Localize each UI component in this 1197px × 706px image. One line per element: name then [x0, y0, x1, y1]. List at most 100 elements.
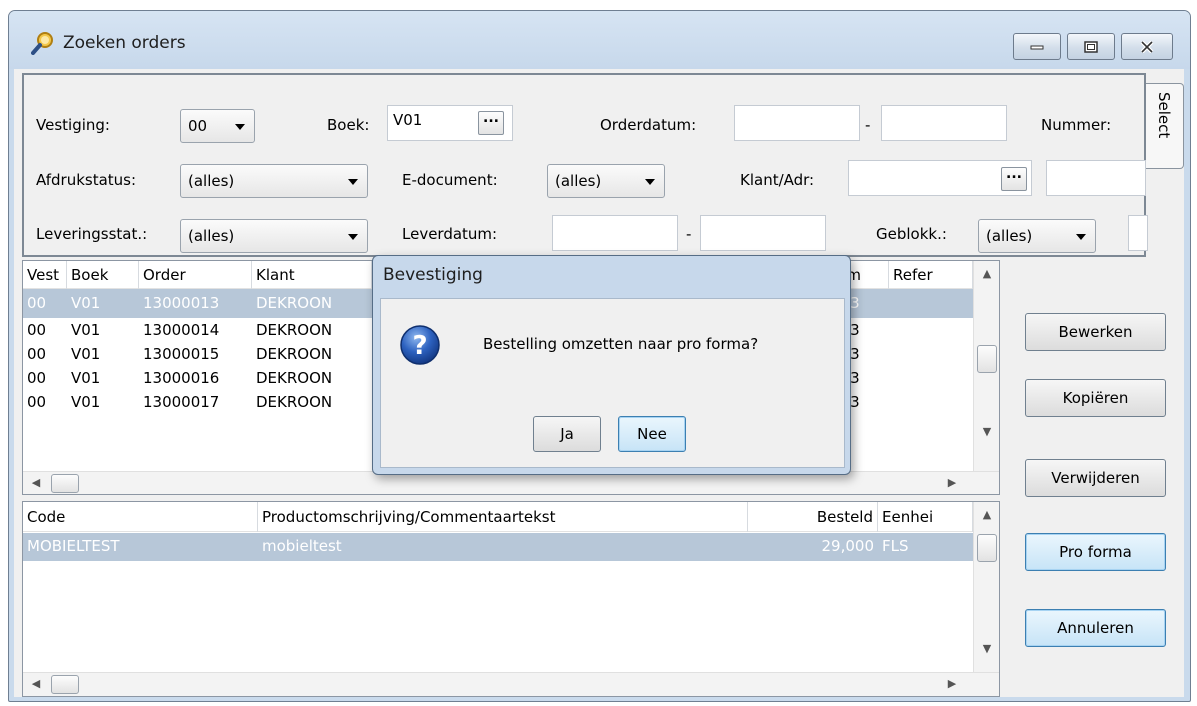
chevron-down-icon [1076, 234, 1086, 240]
column-header[interactable]: Vest [23, 261, 67, 289]
leverdatum-from-input[interactable] [552, 215, 678, 251]
cell-boek: V01 [71, 321, 101, 339]
delete-button[interactable]: Verwijderen [1025, 459, 1166, 497]
edocument-select[interactable]: (alles) [547, 164, 665, 198]
vestiging-label: Vestiging: [36, 116, 110, 134]
orderdatum-label: Orderdatum: [600, 116, 697, 134]
cell-boek: V01 [71, 294, 101, 312]
pro-forma-button[interactable]: Pro forma [1025, 533, 1166, 571]
scroll-thumb[interactable] [51, 675, 79, 694]
cell-order: 13000014 [143, 321, 220, 339]
leveringsstat-value: (alles) [188, 227, 235, 245]
edit-button[interactable]: Bewerken [1025, 313, 1166, 351]
scroll-right-icon[interactable]: ▶ [945, 677, 959, 690]
cell-besteld: 29,000 [821, 537, 875, 555]
cell-vest: 00 [27, 321, 47, 339]
leveringsstat-select[interactable]: (alles) [180, 219, 368, 253]
extra-field [1128, 215, 1148, 251]
klant-label: Klant/Adr: [740, 171, 815, 189]
cell-order: 13000015 [143, 345, 220, 363]
chevron-down-icon [645, 179, 655, 185]
cell-boek: V01 [71, 393, 101, 411]
orderdatum-from-input[interactable] [734, 105, 860, 141]
scroll-up-icon[interactable]: ▲ [974, 508, 999, 521]
column-header[interactable]: Refer [889, 261, 973, 289]
order-lines-grid: Code Productomschrijving/Commentaartekst… [22, 501, 1000, 697]
klant-input[interactable]: ... [848, 160, 1032, 196]
maximize-icon [1084, 40, 1098, 53]
cell-order: 13000017 [143, 393, 220, 411]
leveringsstat-label: Leveringsstat.: [36, 225, 148, 243]
copy-button[interactable]: Kopiëren [1025, 379, 1166, 417]
cell-vest: 00 [27, 393, 47, 411]
confirmation-dialog: Bevestiging ? Bestelling omzetten naar p… [372, 255, 851, 475]
minimize-icon [1030, 45, 1044, 49]
geblokk-select[interactable]: (alles) [978, 219, 1096, 253]
orderdatum-separator: - [865, 116, 871, 134]
klant-name-field [1046, 160, 1146, 196]
scroll-thumb[interactable] [977, 534, 997, 562]
yes-button[interactable]: Ja [533, 416, 601, 452]
boek-label: Boek: [327, 116, 370, 134]
scroll-right-icon[interactable]: ▶ [945, 476, 959, 489]
cell-code: MOBIELTEST [27, 537, 120, 555]
leverdatum-to-input[interactable] [700, 215, 826, 251]
lines-header: Code Productomschrijving/Commentaartekst… [23, 502, 973, 532]
search-orders-window: Zoeken orders Vestiging: 00 Boek: V01 ..… [8, 10, 1191, 702]
scroll-thumb[interactable] [977, 345, 997, 373]
klant-lookup-button[interactable]: ... [1001, 167, 1027, 191]
dialog-body: ? Bestelling omzetten naar pro forma? Ja… [380, 298, 845, 468]
title-bar[interactable]: Zoeken orders [9, 11, 1190, 69]
minimize-button[interactable] [1013, 33, 1061, 60]
orderdatum-to-input[interactable] [881, 105, 1007, 141]
table-row[interactable]: MOBIELTEST mobieltest 29,000 FLS [23, 533, 973, 561]
boek-value: V01 [393, 111, 423, 129]
svg-text:?: ? [412, 331, 427, 361]
cell-omschrijving: mobieltest [262, 537, 342, 555]
question-icon: ? [400, 325, 440, 365]
cancel-button[interactable]: Annuleren [1025, 609, 1166, 647]
vestiging-value: 00 [188, 117, 208, 135]
no-button[interactable]: Nee [618, 416, 686, 452]
cell-boek: V01 [71, 345, 101, 363]
lines-vertical-scrollbar[interactable]: ▲ ▼ [973, 502, 999, 672]
vestiging-select[interactable]: 00 [180, 109, 255, 143]
filter-panel: Vestiging: 00 Boek: V01 ... Orderdatum: … [22, 73, 1148, 257]
geblokk-label: Geblokk.: [876, 225, 947, 243]
cell-klant: DEKROON [256, 393, 333, 411]
column-header[interactable]: Boek [67, 261, 139, 289]
cell-eenheid: FLS [882, 537, 909, 555]
window-title: Zoeken orders [63, 33, 186, 53]
afdrukstatus-select[interactable]: (alles) [180, 164, 368, 198]
chevron-down-icon [348, 234, 358, 240]
cell-klant: DEKROON [256, 294, 333, 312]
column-header[interactable]: Eenhei [878, 502, 973, 532]
select-tab-label: Select [1155, 92, 1173, 139]
edocument-label: E-document: [402, 171, 498, 189]
lines-horizontal-scrollbar[interactable]: ◀ ▶ [23, 672, 999, 696]
scroll-down-icon[interactable]: ▼ [974, 425, 999, 438]
column-header[interactable]: Klant [252, 261, 372, 289]
scroll-thumb[interactable] [51, 474, 79, 493]
cell-klant: DEKROON [256, 345, 333, 363]
scroll-up-icon[interactable]: ▲ [974, 267, 999, 280]
column-header[interactable]: Productomschrijving/Commentaartekst [258, 502, 748, 532]
cell-vest: 00 [27, 369, 47, 387]
column-header[interactable]: Order [139, 261, 252, 289]
scroll-left-icon[interactable]: ◀ [29, 677, 43, 690]
maximize-button[interactable] [1067, 33, 1115, 60]
select-tab[interactable]: Select [1146, 83, 1184, 169]
cell-boek: V01 [71, 369, 101, 387]
dialog-title[interactable]: Bevestiging [383, 265, 483, 285]
orders-vertical-scrollbar[interactable]: ▲ ▼ [973, 261, 999, 471]
boek-field[interactable]: V01 ... [387, 105, 513, 141]
close-button[interactable] [1121, 33, 1173, 60]
chevron-down-icon [348, 179, 358, 185]
dialog-message: Bestelling omzetten naar pro forma? [483, 335, 759, 353]
chevron-down-icon [235, 124, 245, 130]
boek-lookup-button[interactable]: ... [478, 111, 504, 135]
scroll-down-icon[interactable]: ▼ [974, 642, 999, 655]
column-header[interactable]: Code [23, 502, 258, 532]
column-header[interactable]: Besteld [748, 502, 878, 532]
scroll-left-icon[interactable]: ◀ [29, 476, 43, 489]
